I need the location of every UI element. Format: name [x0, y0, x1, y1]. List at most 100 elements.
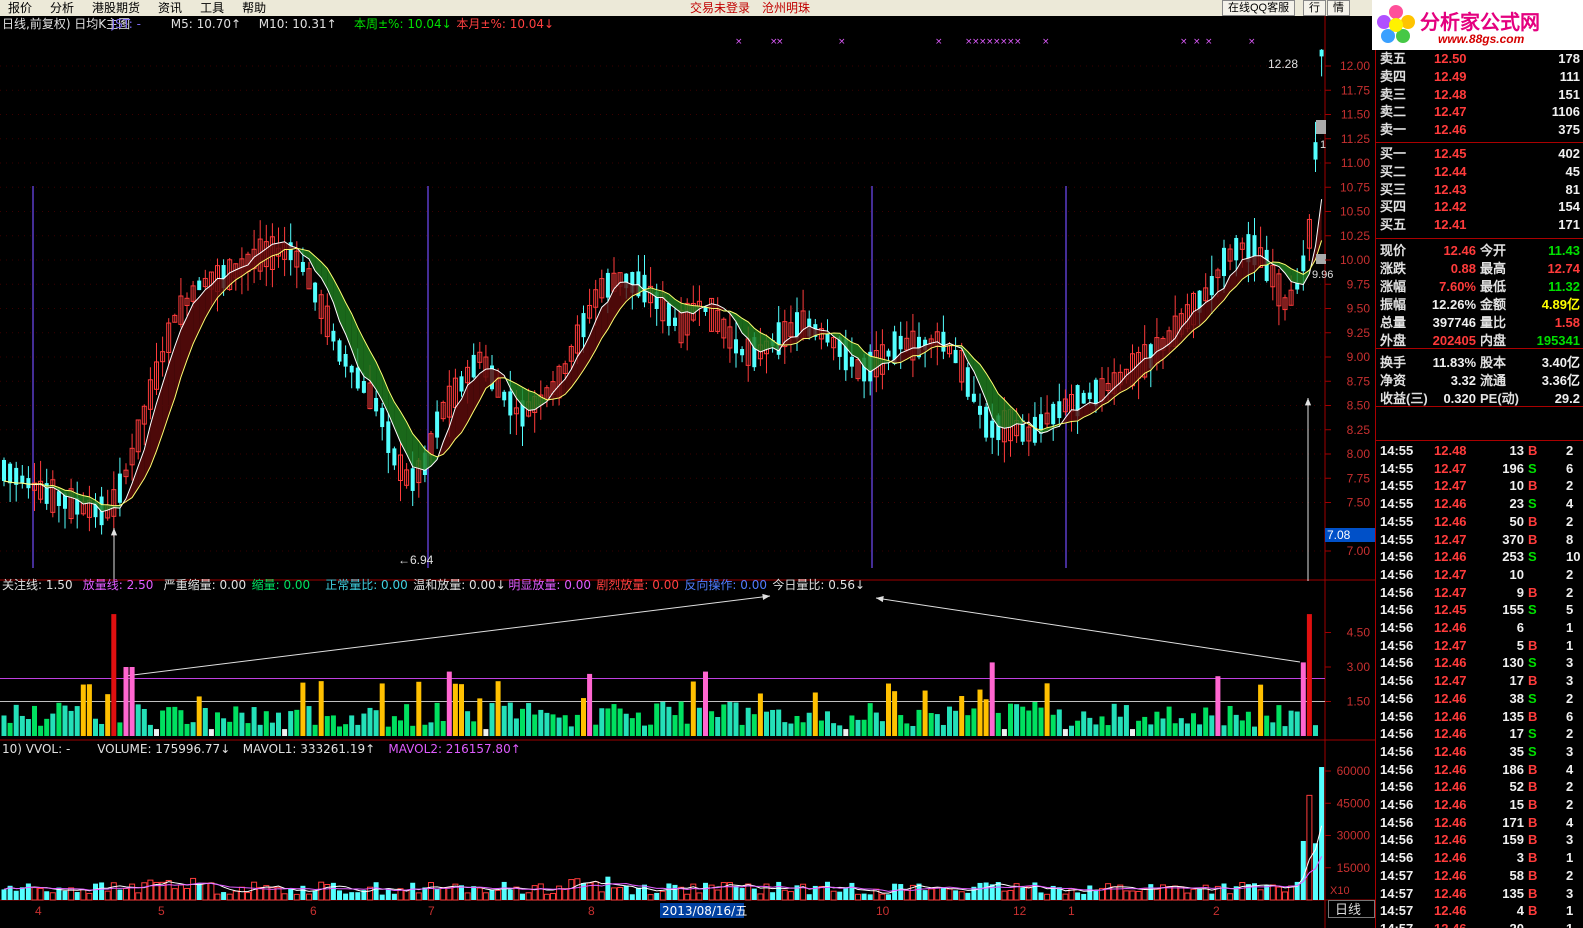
- ratio-bar: [538, 709, 544, 736]
- ratio-bar: [184, 723, 190, 736]
- menu-quote[interactable]: 报价: [0, 0, 42, 16]
- date-tick-label: 1: [1068, 904, 1075, 918]
- tick-row: 14:55 12.47 370 B 8: [1376, 531, 1583, 549]
- flower-icon: [1377, 5, 1415, 43]
- side-separator: [1376, 348, 1583, 349]
- qq-service-button[interactable]: 在线QQ客服: [1222, 0, 1296, 16]
- ratio-bar: [294, 709, 300, 736]
- ma-band-segment: [144, 424, 151, 479]
- ratio-bar: [1294, 711, 1300, 736]
- tick-side: S: [1528, 460, 1537, 476]
- ratio-bar: [861, 719, 867, 736]
- ratio-bar: [879, 721, 885, 736]
- ratio-arrow-right-head: [876, 596, 884, 603]
- ratio-bar: [788, 723, 794, 736]
- period-tab[interactable]: 日线: [1328, 900, 1375, 918]
- ratio-legend-item: 剧烈放量: 0.00: [596, 577, 679, 592]
- order-level-label: 买五: [1380, 217, 1407, 233]
- ratio-bar: [684, 723, 690, 736]
- ratio-bar: [227, 721, 233, 736]
- signal-marker: ×: [1248, 37, 1256, 47]
- ratio-bar: [654, 703, 660, 736]
- volume-bar: [861, 893, 867, 900]
- order-volume: 1106: [1551, 104, 1580, 120]
- tick-time: 14:56: [1380, 584, 1414, 600]
- tick-time: 14:56: [1380, 761, 1414, 777]
- volume-tick-label: 15000: [1337, 861, 1371, 875]
- candle-body-down: [666, 302, 671, 326]
- tick-row: 14:56 12.46 38 S 2: [1376, 690, 1583, 708]
- price-tick-label: 11.50: [1341, 108, 1370, 122]
- stock-name[interactable]: 沧州明珠: [762, 0, 810, 16]
- volume-bar: [379, 894, 385, 900]
- quote-button-1[interactable]: 行: [1303, 0, 1326, 16]
- candle-body-down: [1301, 255, 1306, 272]
- trade-status[interactable]: 交易未登录: [690, 0, 750, 16]
- candle-body-down: [56, 491, 61, 506]
- ratio-bar: [581, 698, 586, 736]
- ratio-bar: [123, 667, 129, 736]
- tick-row: 14:56 12.46 186 B 4: [1376, 761, 1583, 779]
- stock-chart[interactable]: × ×× × × × × × × × × × × × × × × ×12.28←6.947.0819.96 12…: [0, 16, 1375, 928]
- ratio-bar: [428, 722, 434, 736]
- ratio-bar: [1258, 684, 1264, 736]
- ratio-bar: [947, 706, 952, 736]
- volume-bar: [953, 890, 959, 900]
- candle-body-down: [392, 448, 397, 466]
- menu-tools[interactable]: 工具: [192, 0, 234, 16]
- ratio-bar: [1313, 725, 1318, 736]
- volume-bar: [1178, 886, 1185, 901]
- menu-help[interactable]: 帮助: [234, 0, 276, 16]
- ratio-tick-label: 3.00: [1347, 660, 1371, 674]
- ratio-bar: [672, 715, 678, 736]
- ratio-bar: [330, 715, 336, 736]
- tick-time: 14:56: [1380, 690, 1414, 706]
- order-level-label: 买三: [1380, 181, 1407, 197]
- quote-button-2[interactable]: 情: [1327, 0, 1350, 16]
- tick-side: B: [1528, 903, 1538, 919]
- volume-legend-item: MAVOL1: 333261.19↑: [243, 742, 375, 756]
- volume-bar: [659, 890, 666, 901]
- volume-bar: [1190, 888, 1197, 901]
- ratio-bar: [1221, 725, 1227, 736]
- ratio-bar: [111, 614, 117, 736]
- price-tick-label: 9.75: [1347, 277, 1371, 291]
- candle-body-down: [1087, 392, 1092, 400]
- ratio-bar: [1050, 714, 1056, 736]
- menu-analysis[interactable]: 分析: [42, 0, 84, 16]
- tick-count: 2: [1566, 779, 1574, 795]
- tick-count: 1: [1566, 850, 1574, 866]
- tick-price: 12.47: [1434, 584, 1467, 600]
- volume-bar: [171, 888, 178, 901]
- signal-marker: ×: [1042, 37, 1050, 47]
- tick-count: 2: [1566, 726, 1574, 742]
- stat-value: 12.46: [1443, 243, 1476, 258]
- volume-bar: [965, 892, 971, 900]
- volume-bar: [770, 892, 776, 900]
- tick-count: 3: [1566, 743, 1574, 759]
- tick-time: 14:56: [1380, 655, 1414, 671]
- tick-volume: 135: [1502, 885, 1524, 901]
- volume-bar: [117, 889, 123, 900]
- tick-side: B: [1528, 797, 1538, 812]
- tick-volume: 5: [1516, 637, 1524, 653]
- tick-time: 14:56: [1380, 708, 1414, 724]
- volume-bar: [837, 891, 843, 900]
- menu-bar: 报价 分析 港股期货 资讯 工具 帮助 交易未登录 沧州明珠 在线QQ客服 行 …: [0, 0, 1583, 16]
- ma-band-segment: [1254, 255, 1261, 273]
- logo-url: www.88gs.com: [1438, 32, 1525, 46]
- tick-price: 12.46: [1434, 920, 1467, 928]
- menu-news[interactable]: 资讯: [150, 0, 192, 16]
- volume-bar: [37, 888, 44, 901]
- ratio-bar: [422, 724, 428, 736]
- ratio-bar: [831, 723, 837, 736]
- volume-bar: [983, 882, 989, 900]
- menu-hk-futures[interactable]: 港股期货: [84, 0, 150, 16]
- volume-bar: [184, 887, 190, 901]
- candle-body-down: [581, 313, 586, 338]
- candle-body-down: [605, 272, 610, 298]
- volume-bar: [391, 893, 397, 900]
- tick-volume: 23: [1509, 496, 1524, 512]
- price-tick-label: 10.75: [1340, 180, 1370, 194]
- ratio-bar: [1227, 705, 1233, 736]
